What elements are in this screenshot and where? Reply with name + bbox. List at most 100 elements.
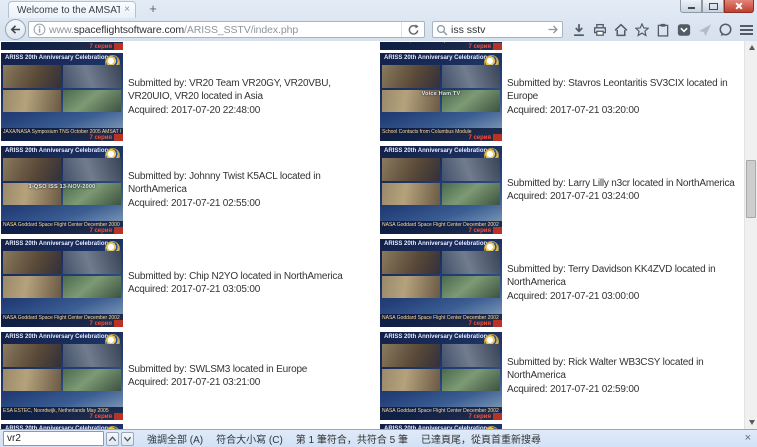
search-go-icon[interactable]	[544, 24, 562, 35]
minimize-icon[interactable]	[680, 0, 702, 13]
search-input[interactable]: iss sstv	[451, 24, 544, 36]
reload-button[interactable]	[401, 22, 424, 37]
collage-photo	[63, 275, 121, 298]
scroll-up-icon[interactable]	[745, 41, 757, 54]
thumbnail-corner-mark	[493, 134, 502, 141]
collage-photo	[382, 158, 440, 181]
thumbnail-series-label: 7 серия	[89, 414, 112, 420]
thumbnail-series-label: 7 серия	[89, 135, 112, 141]
collage-photo	[3, 89, 61, 112]
thumbnail-photo-collage	[382, 251, 500, 298]
collage-photo	[3, 158, 61, 181]
url-bar[interactable]: www.spaceflightsoftware.com/ARISS_SSTV/i…	[28, 21, 425, 38]
find-previous-button[interactable]	[106, 431, 119, 446]
chat-bubble-icon[interactable]	[715, 20, 736, 40]
thumbnail-corner-mark	[114, 134, 123, 141]
sstv-list-item: ARISS 20th Anniversary Celebration 1-QSO…	[1, 146, 375, 234]
partially-visible-thumbnail[interactable]: ARISS 20th Anniversary Celebration 7 сер…	[1, 42, 123, 50]
sstv-thumbnail[interactable]: ARISS 20th Anniversary Celebration NASA …	[380, 146, 502, 234]
item-submitted-text: Submitted by: Johnny Twist K5ACL located…	[128, 171, 321, 196]
thumbnail-title: ARISS 20th Anniversary Celebration	[384, 241, 488, 247]
menu-icon[interactable]	[736, 20, 757, 40]
partially-visible-thumbnail[interactable]: ARISS 20th Anniversary Celebration ESA E…	[380, 42, 502, 50]
item-acquired-text: Acquired: 2017-07-21 02:59:00	[507, 383, 640, 395]
thumbnail-series-label: 7 серия	[468, 414, 491, 420]
collage-photo	[382, 251, 440, 274]
collage-photo	[63, 65, 121, 88]
sstv-list-item: ARISS 20th Anniversary Celebration ESA E…	[1, 332, 375, 420]
thumbnail-series-label: 7 серия	[468, 228, 491, 234]
item-meta: Submitted by: Terry Davidson KK4ZVD loca…	[507, 239, 750, 327]
match-case-button[interactable]: 符合大小寫 (C)	[216, 431, 283, 446]
sstv-list-item: ARISS 20th Anniversary Celebration NASA …	[380, 146, 754, 234]
collage-photo	[3, 275, 61, 298]
sstv-thumbnail[interactable]: ARISS 20th Anniversary Celebration JAXA/…	[1, 53, 123, 141]
back-button[interactable]	[5, 19, 26, 40]
close-icon[interactable]	[724, 0, 754, 13]
item-meta: Submitted by: SWLSM3 located in Europe A…	[128, 332, 375, 420]
sstv-thumbnail[interactable]: ARISS 20th Anniversary Celebration NASA …	[380, 332, 502, 420]
sstv-thumbnail[interactable]: ARISS 20th Anniversary Celebration NASA …	[380, 239, 502, 327]
collage-photo	[63, 89, 121, 112]
item-acquired-text: Acquired: 2017-07-21 03:20:00	[507, 104, 640, 116]
download-icon[interactable]	[568, 20, 589, 40]
bookmark-star-icon[interactable]	[631, 20, 652, 40]
item-submitted-text: Submitted by: Rick Walter WB3CSY located…	[507, 357, 704, 382]
collage-photo	[63, 158, 121, 181]
sstv-gallery: ARISS 20th Anniversary Celebration JAXA/…	[0, 41, 757, 429]
sstv-thumbnail[interactable]: ARISS 20th Anniversary Celebration 1-QSO…	[1, 146, 123, 234]
sstv-list-item: ARISS 20th Anniversary Celebration NASA …	[380, 239, 754, 327]
maximize-icon[interactable]	[702, 0, 724, 13]
find-close-icon[interactable]: ×	[745, 432, 751, 444]
collage-photo	[63, 344, 121, 367]
search-icon	[433, 24, 451, 36]
sstv-thumbnail[interactable]: ARISS 20th Anniversary Celebration NASA …	[1, 239, 123, 327]
item-meta: Submitted by: Johnny Twist K5ACL located…	[128, 146, 375, 234]
thumbnail-photo-collage	[3, 251, 121, 298]
vertical-scrollbar[interactable]	[744, 41, 757, 429]
find-input[interactable]	[3, 431, 104, 446]
collage-photo	[63, 368, 121, 391]
new-tab-button[interactable]: +	[142, 2, 164, 17]
thumbnail-corner-mark	[493, 43, 502, 50]
item-meta: Submitted by: VR20 Team VR20GY, VR20VBU,…	[128, 53, 375, 141]
find-next-button[interactable]	[121, 431, 134, 446]
thumbnail-corner-mark	[114, 320, 123, 327]
scroll-down-icon[interactable]	[745, 416, 757, 429]
clipboard-icon[interactable]	[652, 20, 673, 40]
sstv-thumbnail[interactable]: ARISS 20th Anniversary Celebration Voice…	[380, 53, 502, 141]
sstv-thumbnail[interactable]: ARISS 20th Anniversary Celebration 7 сер…	[1, 42, 123, 50]
thumbnail-title: ARISS 20th Anniversary Celebration	[5, 148, 109, 154]
navigation-bar: www.spaceflightsoftware.com/ARISS_SSTV/i…	[0, 18, 757, 41]
collage-photo	[382, 275, 440, 298]
thumbnail-overlay-text: Voice Ham TV	[421, 91, 461, 97]
site-info-icon[interactable]	[29, 23, 49, 36]
item-acquired-text: Acquired: 2017-07-21 03:24:00	[507, 191, 640, 202]
sstv-thumbnail[interactable]: ARISS 20th Anniversary Celebration ESA E…	[1, 332, 123, 420]
window-controls	[680, 0, 754, 13]
collage-photo	[442, 158, 500, 181]
tab-close-icon[interactable]: ×	[124, 5, 130, 15]
item-acquired-text: Acquired: 2017-07-21 02:55:00	[128, 197, 261, 209]
send-icon[interactable]	[694, 20, 715, 40]
tab-strip: Welcome to the AMSAT SST... × +	[0, 0, 757, 18]
thumbnail-title: ARISS 20th Anniversary Celebration	[5, 55, 109, 61]
sstv-thumbnail[interactable]: ARISS 20th Anniversary Celebration ESA E…	[380, 42, 502, 50]
tab-amsat-sstv[interactable]: Welcome to the AMSAT SST... ×	[8, 1, 136, 18]
item-acquired-text: Acquired: 2017-07-21 03:05:00	[128, 284, 261, 295]
thumbnail-series-label: 7 серия	[468, 321, 491, 327]
browser-chrome: Welcome to the AMSAT SST... × + www.spac…	[0, 0, 757, 42]
print-icon[interactable]	[589, 20, 610, 40]
item-acquired-text: Acquired: 2017-07-20 22:48:00	[128, 104, 261, 116]
item-submitted-text: Submitted by: Larry Lilly n3cr located i…	[507, 177, 735, 189]
scrollbar-thumb[interactable]	[746, 160, 756, 218]
thumbnail-photo-collage	[382, 158, 500, 205]
highlight-all-button[interactable]: 強調全部 (A)	[147, 431, 203, 446]
collage-photo	[3, 344, 61, 367]
sstv-list-item: ARISS 20th Anniversary Celebration NASA …	[380, 332, 754, 420]
item-meta: Submitted by: Larry Lilly n3cr located i…	[507, 146, 750, 234]
search-bar[interactable]: iss sstv	[432, 21, 563, 38]
home-icon[interactable]	[610, 20, 631, 40]
thumbnail-title: ARISS 20th Anniversary Celebration	[5, 241, 109, 247]
pocket-icon[interactable]	[673, 20, 694, 40]
